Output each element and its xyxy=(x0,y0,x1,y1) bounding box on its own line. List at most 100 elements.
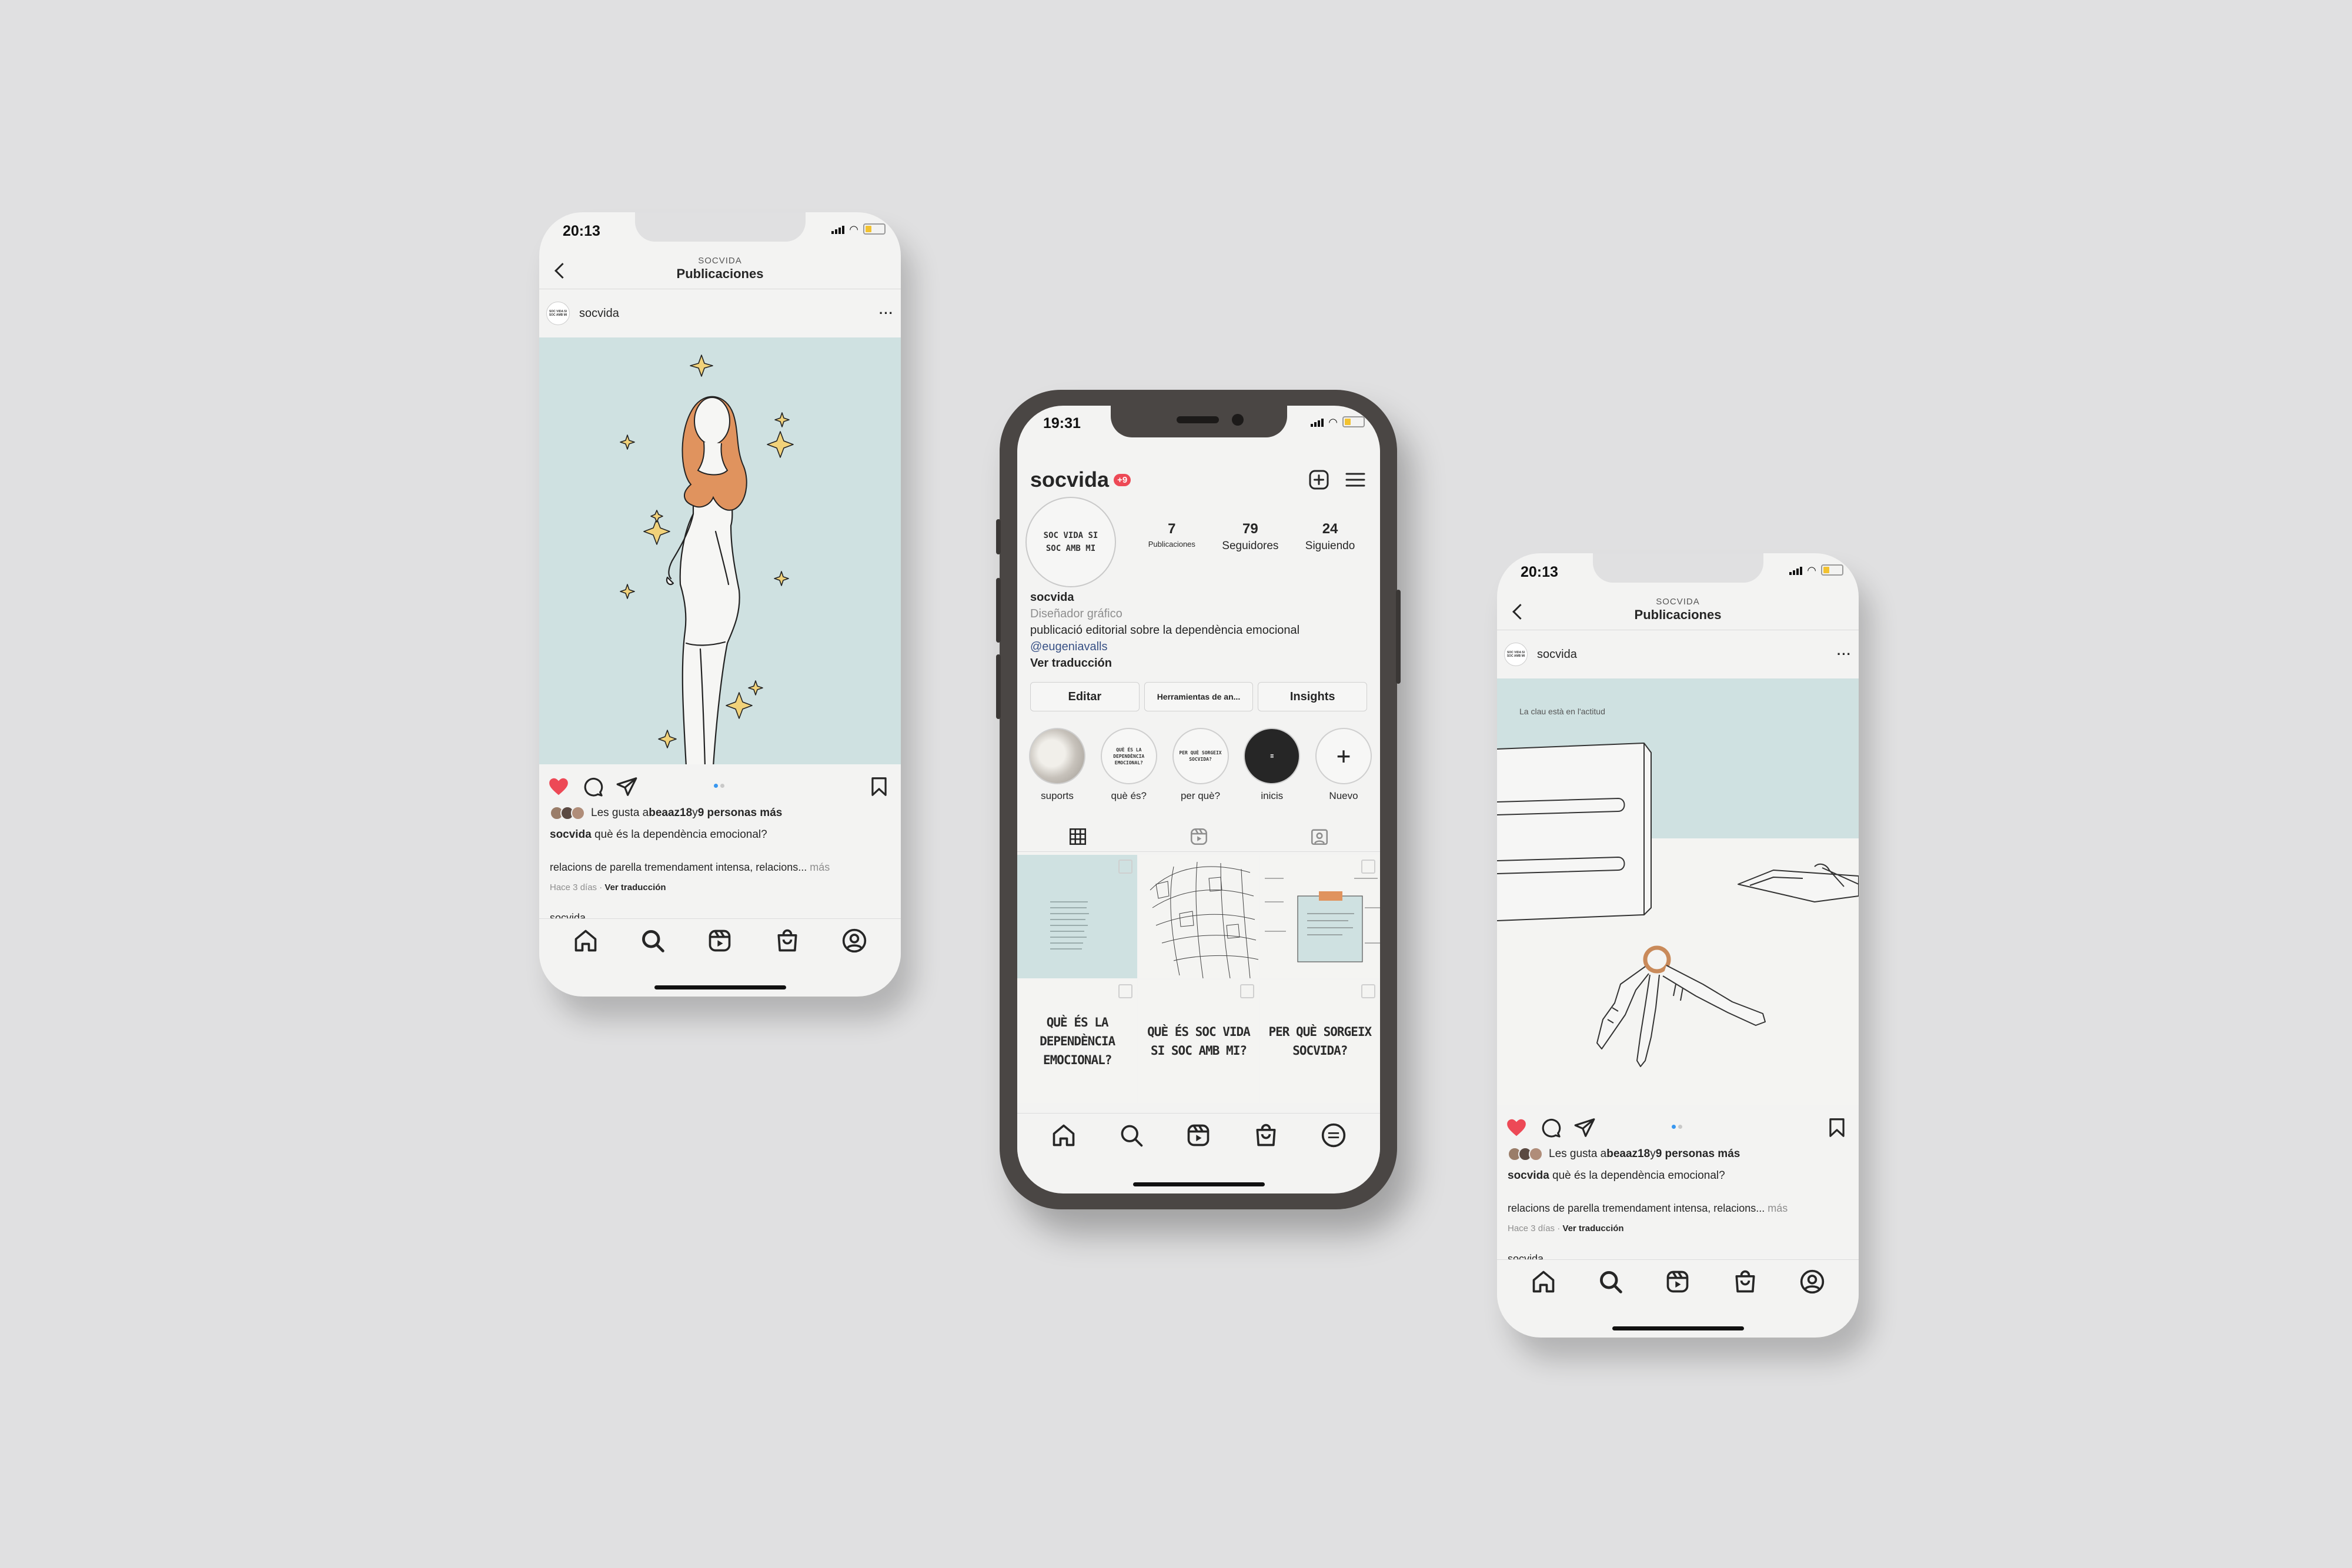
meta-separator: · xyxy=(597,882,605,892)
heart-icon[interactable] xyxy=(547,775,570,798)
insights-button[interactable]: Insights xyxy=(1258,682,1368,711)
avatar[interactable]: SOC VIDA SI SOC AMB MI xyxy=(1504,643,1528,666)
highlight-label: inicis xyxy=(1261,790,1284,801)
top-actions xyxy=(1307,468,1367,492)
grid-post-text: PER QUÈ SORGEIX SOCVIDA? xyxy=(1268,1025,1372,1058)
likes-prefix: Les gusta a xyxy=(1549,1148,1607,1160)
highlight-cover: PER QUÈ SORGEIX SOCVIDA? xyxy=(1172,728,1229,784)
power-button xyxy=(1396,590,1401,684)
likes-summary[interactable]: Les gusta a beaaz18 y 9 personas más xyxy=(550,806,890,820)
search-icon[interactable] xyxy=(1598,1269,1623,1295)
see-translation-link[interactable]: Ver traducción xyxy=(1562,1223,1623,1233)
bio-text: publicació editorial sobre la dependènci… xyxy=(1030,624,1300,637)
front-camera xyxy=(1231,414,1244,426)
profile-icon[interactable] xyxy=(1799,1269,1825,1295)
header-account: SOCVIDA xyxy=(698,256,742,266)
grid-post-5[interactable]: QUÈ ÉS SOC VIDA SI SOC AMB MI? xyxy=(1138,979,1259,1103)
grid-post-6[interactable]: PER QUÈ SORGEIX SOCVIDA? xyxy=(1259,979,1380,1103)
status-time: 20:13 xyxy=(1521,564,1558,580)
tab-tagged[interactable] xyxy=(1259,822,1380,851)
bottom-tab-bar xyxy=(1497,1259,1859,1303)
post-username[interactable]: socvida xyxy=(1537,648,1577,661)
bookmark-icon[interactable] xyxy=(1826,1116,1848,1139)
highlight-inicis[interactable]: ≡ inicis xyxy=(1240,728,1304,802)
see-translation-link[interactable]: Ver traducción xyxy=(604,882,666,892)
grid-post-3[interactable] xyxy=(1259,855,1380,978)
bio-translate-link[interactable]: Ver traducción xyxy=(1030,655,1367,671)
reels-icon[interactable] xyxy=(1665,1269,1690,1295)
post-username[interactable]: socvida xyxy=(579,307,619,320)
more-link[interactable]: más xyxy=(1765,1202,1788,1214)
tab-reels[interactable] xyxy=(1138,822,1259,851)
share-icon[interactable] xyxy=(1573,1116,1596,1139)
caption-user[interactable]: socvida xyxy=(550,828,592,841)
menu-icon[interactable] xyxy=(1344,468,1367,492)
stat-following[interactable]: 24 Siguiendo xyxy=(1305,521,1355,553)
tab-posts-grid[interactable] xyxy=(1017,822,1138,851)
post-image-woman-illustration[interactable] xyxy=(539,337,901,764)
post-image-keys-illustration[interactable]: La clau està en l'actitud xyxy=(1497,678,1859,1105)
home-indicator[interactable] xyxy=(654,985,786,989)
tagged-icon xyxy=(1311,829,1328,845)
home-indicator[interactable] xyxy=(1612,1326,1744,1330)
search-icon[interactable] xyxy=(640,928,666,954)
bio-mention-link[interactable]: @eugeniavalls xyxy=(1030,638,1367,655)
more-options-icon[interactable]: ··· xyxy=(879,306,894,321)
description-text: relacions de parella tremendament intens… xyxy=(550,861,807,873)
avatar[interactable]: SOC VIDA SI SOC AMB MI xyxy=(546,302,570,325)
profile-buttons: Editar Herramientas de an... Insights xyxy=(1030,682,1368,711)
shop-icon[interactable] xyxy=(1253,1122,1279,1148)
stat-posts[interactable]: 7 Publicaciones xyxy=(1148,521,1195,553)
likes-user[interactable]: beaaz18 xyxy=(1606,1148,1650,1161)
add-highlight-icon: + xyxy=(1315,728,1372,784)
caption-user[interactable]: socvida xyxy=(1508,1169,1549,1182)
profile-icon[interactable] xyxy=(1321,1122,1347,1151)
shop-icon[interactable] xyxy=(1732,1269,1758,1295)
notification-badge[interactable]: +9 xyxy=(1114,473,1131,486)
highlight-new[interactable]: + Nuevo xyxy=(1312,728,1375,802)
more-link[interactable]: más xyxy=(807,861,830,873)
tools-button[interactable]: Herramientas de an... xyxy=(1144,682,1254,711)
profile-stats: 7 Publicaciones 79 Seguidores 24 Siguiendo xyxy=(1135,521,1368,553)
profile-username[interactable]: socvida xyxy=(1030,467,1109,492)
home-icon[interactable] xyxy=(573,928,599,954)
highlight-cover: ≡ xyxy=(1244,728,1301,784)
search-icon[interactable] xyxy=(1118,1122,1144,1148)
more-options-icon[interactable]: ··· xyxy=(1837,647,1852,662)
likes-user[interactable]: beaaz18 xyxy=(649,807,692,820)
reels-icon[interactable] xyxy=(1185,1122,1211,1148)
avatar-text-line-1: SOC VIDA SI xyxy=(1043,531,1098,540)
new-post-icon[interactable] xyxy=(1307,468,1331,492)
post-description: relacions de parella tremendament intens… xyxy=(550,861,890,874)
bookmark-icon[interactable] xyxy=(868,775,890,798)
highlight-que-es[interactable]: QUÈ ÉS LA DEPENDÈNCIA EMOCIONAL? què és? xyxy=(1097,728,1161,802)
profile-grid-tabs xyxy=(1017,822,1380,852)
home-icon[interactable] xyxy=(1531,1269,1556,1295)
comment-icon[interactable] xyxy=(1539,1116,1562,1139)
grid-post-text: QUÈ ÉS SOC VIDA SI SOC AMB MI? xyxy=(1147,1025,1251,1058)
grid-post-4[interactable]: QUÈ ÉS LA DEPENDÈNCIA EMOCIONAL? xyxy=(1017,979,1138,1103)
shop-icon[interactable] xyxy=(774,928,800,954)
grid-post-1[interactable] xyxy=(1017,855,1138,978)
profile-icon[interactable] xyxy=(841,928,867,954)
stat-followers[interactable]: 79 Seguidores xyxy=(1222,521,1278,553)
reels-icon[interactable] xyxy=(707,928,733,954)
home-indicator[interactable] xyxy=(1132,1182,1265,1186)
likes-count[interactable]: 9 personas más xyxy=(1656,1148,1740,1161)
header-title: Publicaciones xyxy=(676,266,764,281)
highlight-suports[interactable]: suports xyxy=(1025,728,1089,802)
heart-icon[interactable] xyxy=(1505,1116,1528,1139)
status-time: 19:31 xyxy=(1043,415,1081,432)
bottom-tab-bar xyxy=(539,918,901,962)
grid-post-2[interactable] xyxy=(1138,855,1259,978)
edit-profile-button[interactable]: Editar xyxy=(1030,682,1140,711)
home-icon[interactable] xyxy=(1051,1122,1077,1151)
profile-avatar[interactable]: SOC VIDA SI SOC AMB MI xyxy=(1025,497,1116,587)
profile-top-bar: socvida +9 xyxy=(1030,463,1367,496)
comment-icon[interactable] xyxy=(582,775,604,798)
share-icon[interactable] xyxy=(616,775,638,798)
notch xyxy=(1110,406,1287,437)
likes-summary[interactable]: Les gusta a beaaz18 y 9 personas más xyxy=(1508,1147,1848,1161)
highlight-per-que[interactable]: PER QUÈ SORGEIX SOCVIDA? per què? xyxy=(1169,728,1232,802)
likes-count[interactable]: 9 personas más xyxy=(698,807,783,820)
